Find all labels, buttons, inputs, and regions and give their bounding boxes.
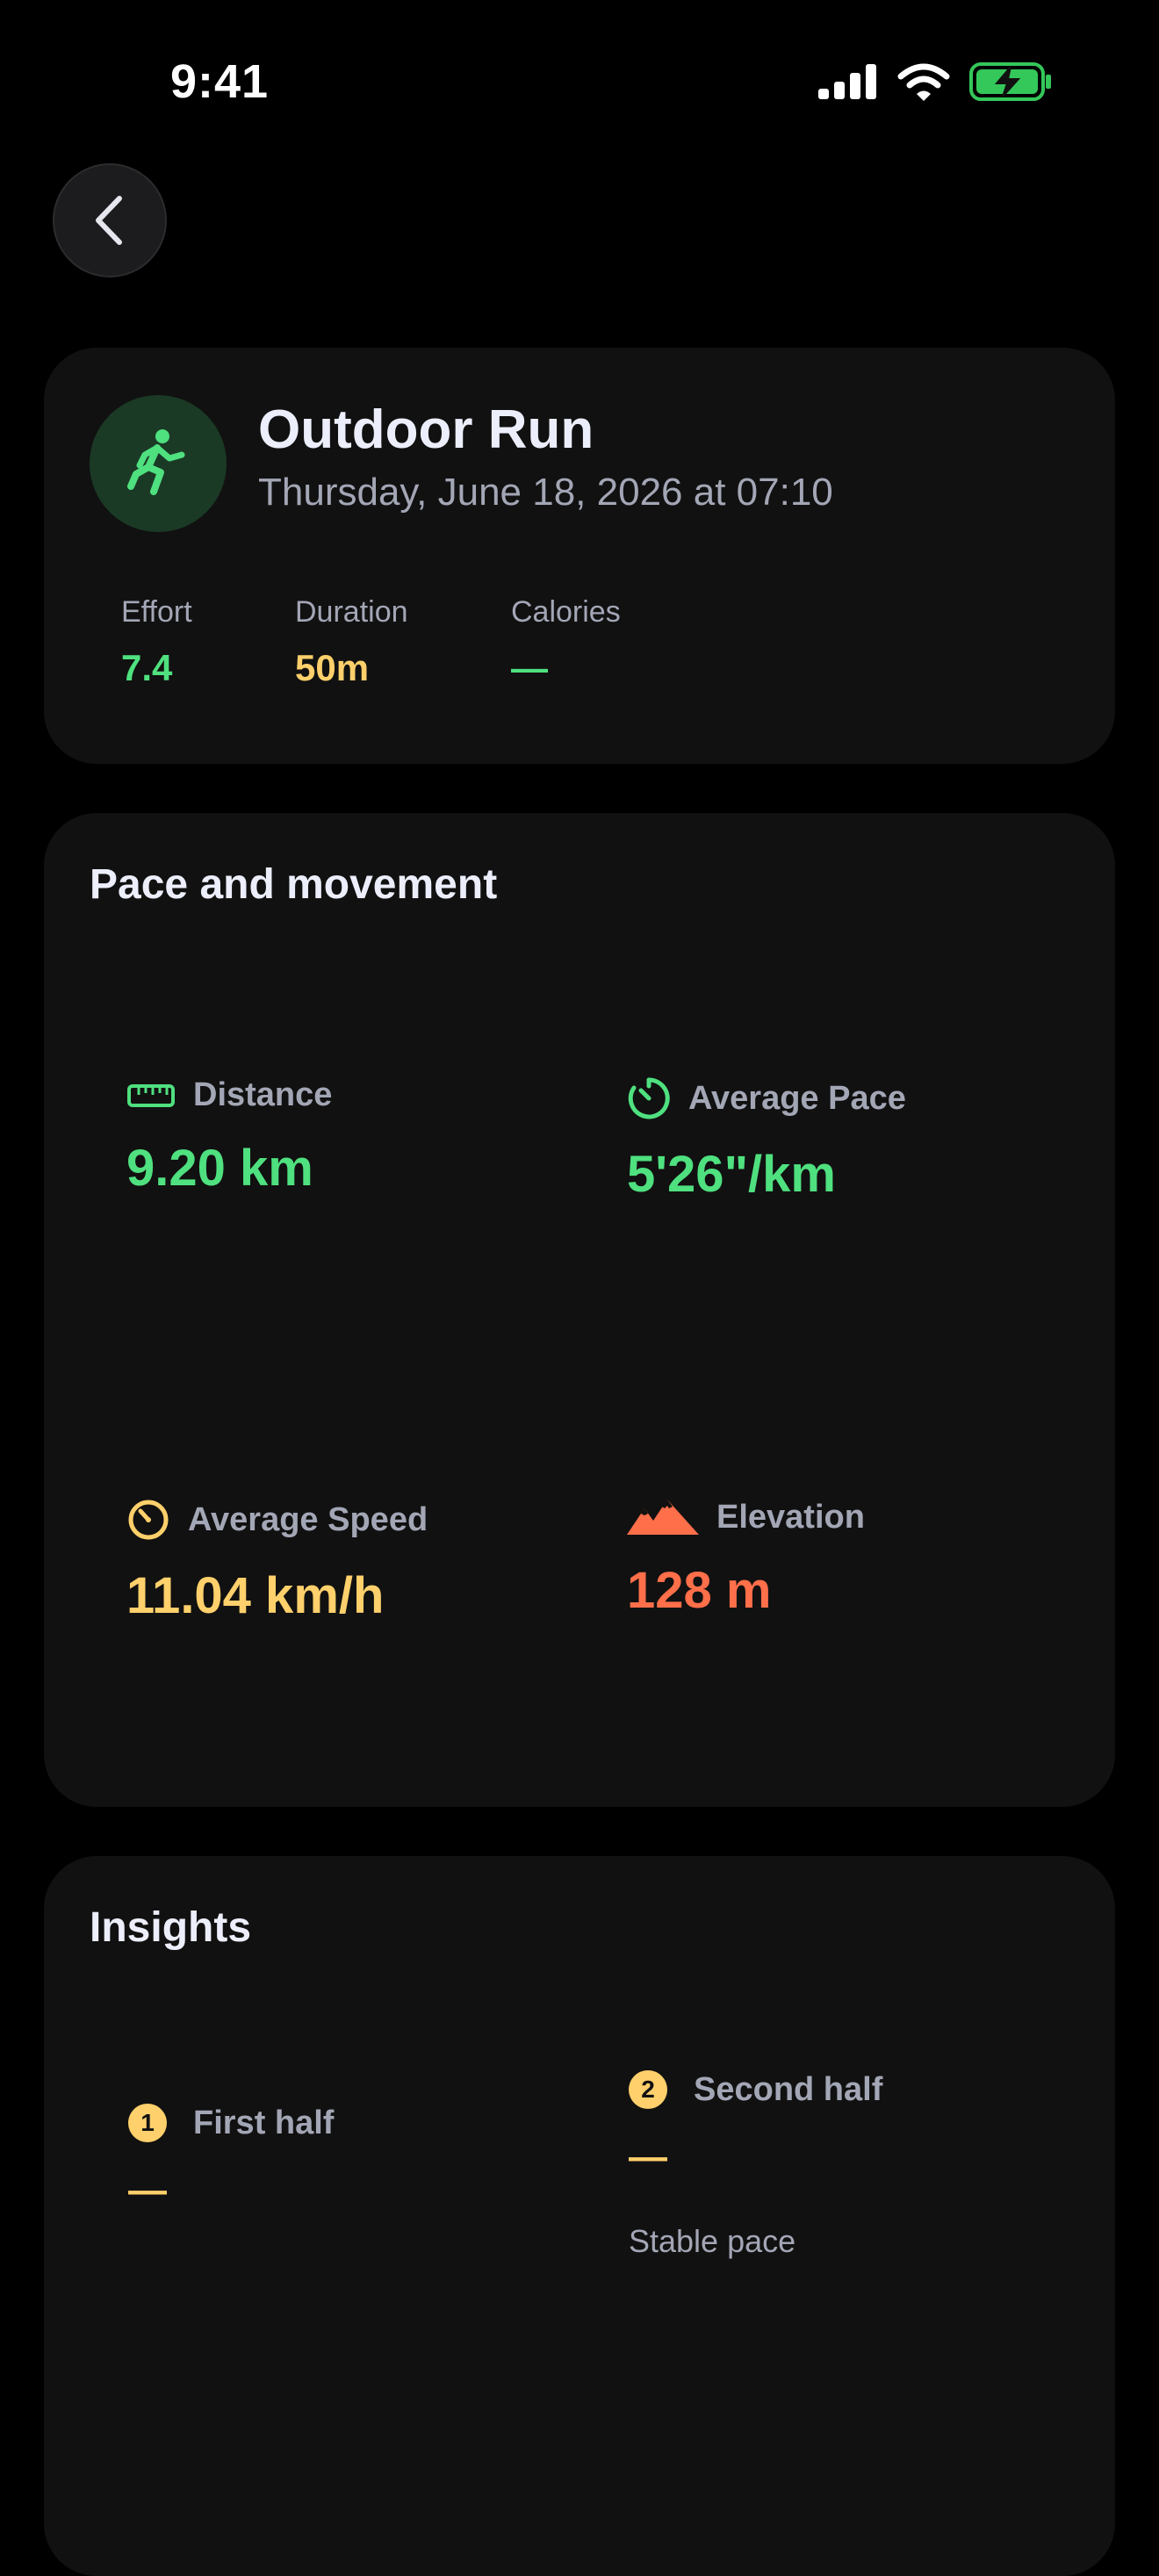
metric-value: 9.20 km <box>126 1140 313 1197</box>
insights-card: Insights 1 First half — 2 Second half — … <box>44 1856 1115 2576</box>
stat-value: — <box>511 647 548 688</box>
insight-label: First half <box>193 2104 335 2141</box>
insight-label: Second half <box>694 2070 883 2108</box>
workout-date: Thursday, June 18, 2026 at 07:10 <box>258 471 833 514</box>
insight-note: Stable pace <box>629 2223 796 2259</box>
stat-label: Duration <box>295 595 408 629</box>
stat-effort: Effort 7.4 <box>121 595 192 689</box>
status-icons <box>818 61 1054 102</box>
metric-label: Average Pace <box>688 1079 906 1117</box>
insight-number-badge: 2 <box>629 2070 667 2109</box>
metric-label: Elevation <box>716 1498 865 1536</box>
insight-value: — <box>128 2169 167 2212</box>
metric-distance: Distance 9.20 km <box>126 1076 332 1198</box>
timer-icon <box>628 1077 670 1119</box>
stat-label: Calories <box>511 595 621 629</box>
insight-first-half: 1 First half — <box>128 2104 334 2213</box>
metric-value: 128 m <box>627 1562 772 1619</box>
insight-number-badge: 1 <box>128 2104 167 2142</box>
workout-summary-card: Outdoor Run Thursday, June 18, 2026 at 0… <box>44 348 1115 764</box>
stat-label: Effort <box>121 595 192 629</box>
stat-calories: Calories — <box>511 595 621 689</box>
section-title: Pace and movement <box>90 861 498 908</box>
cellular-signal-icon <box>818 64 876 99</box>
stat-value: 7.4 <box>121 647 173 688</box>
metric-average-pace: Average Pace 5'26"/km <box>627 1076 906 1204</box>
metric-label: Average Speed <box>188 1500 428 1538</box>
back-button[interactable] <box>53 163 167 277</box>
battery-charging-icon <box>969 62 1051 101</box>
insight-value: — <box>629 2135 667 2178</box>
insight-second-half: 2 Second half — Stable pace <box>629 2070 882 2260</box>
ruler-icon <box>127 1083 175 1107</box>
activity-icon-circle <box>90 395 227 532</box>
running-figure-icon <box>127 429 185 495</box>
speedometer-icon <box>128 1500 169 1540</box>
mountains-icon <box>627 1500 699 1535</box>
metric-value: 11.04 km/h <box>126 1567 385 1624</box>
status-bar: 9:41 <box>0 0 1159 167</box>
metric-elevation: Elevation 128 m <box>627 1498 865 1620</box>
section-title: Insights <box>90 1904 252 1951</box>
wifi-icon <box>897 63 950 101</box>
pace-movement-card: Pace and movement Distance 9.20 km Avera… <box>44 813 1115 1807</box>
stat-duration: Duration 50m <box>295 595 408 689</box>
metric-value: 5'26"/km <box>627 1146 837 1203</box>
metric-label: Distance <box>193 1076 333 1113</box>
metric-average-speed: Average Speed 11.04 km/h <box>126 1498 428 1625</box>
workout-title: Outdoor Run <box>258 399 594 460</box>
status-time: 9:41 <box>170 55 270 108</box>
stat-value: 50m <box>295 647 370 688</box>
chevron-left-icon <box>96 196 122 245</box>
